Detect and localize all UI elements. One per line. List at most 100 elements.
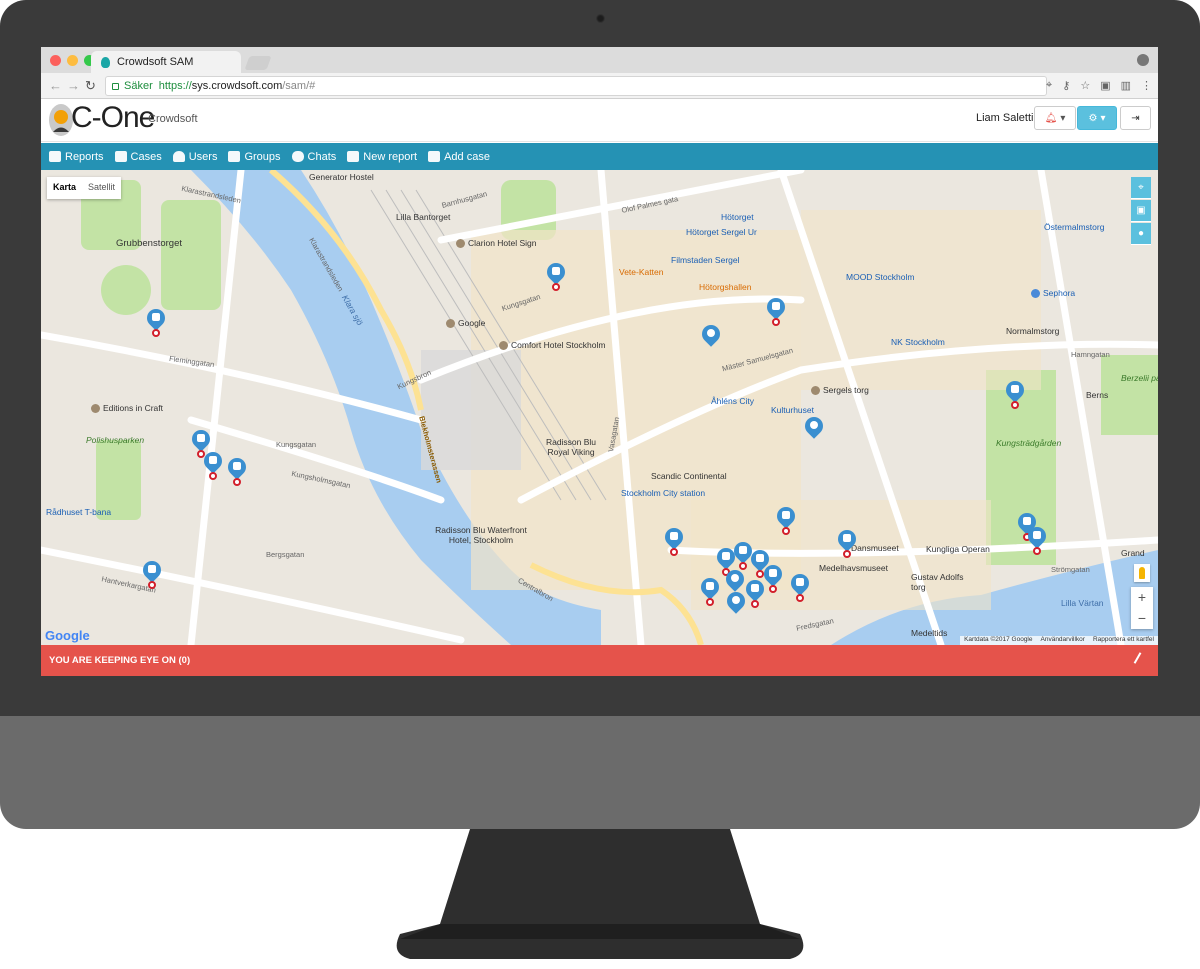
- poi-label: Kungliga Operan: [926, 544, 990, 554]
- report-marker[interactable]: [730, 538, 756, 570]
- cases-icon: [114, 151, 127, 162]
- shop-icon: [1031, 288, 1040, 298]
- poi-label: Grand: [1121, 548, 1145, 558]
- zoom-control: + −: [1131, 587, 1153, 629]
- park: [101, 265, 151, 315]
- shop-icon: [91, 403, 100, 413]
- nav-groups[interactable]: Groups: [228, 151, 281, 163]
- report-marker[interactable]: [697, 574, 723, 606]
- nav-label: Add case: [444, 150, 490, 163]
- user-marker[interactable]: [723, 588, 749, 620]
- url-host: sys.crowdsoft.com: [191, 80, 283, 92]
- url-path: /sam/#: [282, 80, 316, 92]
- star-icon[interactable]: ☆: [1080, 79, 1090, 92]
- report-marker[interactable]: [1024, 523, 1050, 555]
- report-marker[interactable]: [543, 259, 569, 291]
- map-base: [41, 170, 1158, 645]
- camera-ext-icon[interactable]: ▣: [1100, 79, 1110, 92]
- caret-down-icon: ▾: [1060, 112, 1066, 124]
- terms-link[interactable]: Användarvillkor: [1041, 636, 1085, 645]
- report-marker[interactable]: [143, 305, 169, 337]
- map-filter-photo-button[interactable]: ▣: [1131, 200, 1151, 222]
- report-marker[interactable]: [742, 576, 768, 608]
- poi-label: Kungsträdgården: [996, 438, 1062, 448]
- map-filter-location-button[interactable]: ⌖: [1131, 177, 1151, 199]
- map-type-satellite-button[interactable]: Satellit: [82, 177, 121, 199]
- nav-reports[interactable]: Reports: [49, 151, 104, 163]
- report-marker[interactable]: [787, 570, 813, 602]
- monitor-chin: [0, 716, 1200, 829]
- url-input[interactable]: Säker https:// sys.crowdsoft.com /sam/#: [105, 76, 1047, 96]
- location-icon[interactable]: ⌖: [1046, 79, 1052, 92]
- user-icon: ●: [1137, 228, 1145, 239]
- street-label: Bergsgatan: [266, 550, 305, 559]
- poi-label: Google: [446, 318, 485, 328]
- broom-icon[interactable]: [1133, 652, 1149, 668]
- poi-label: Lilla Bantorget: [396, 212, 451, 222]
- secure-label: Säker: [124, 80, 153, 92]
- report-marker[interactable]: [773, 503, 799, 535]
- report-marker[interactable]: [139, 557, 165, 589]
- menu-icon[interactable]: ⋮: [1141, 79, 1152, 92]
- map-canvas[interactable]: Karta Satellit Klarastrandsleden Klarast…: [41, 170, 1158, 645]
- groups-icon: [228, 151, 241, 162]
- poi-label: Normalmstorg: [1006, 326, 1060, 336]
- chats-icon: [291, 151, 304, 162]
- app-header: C-One Crowdsoft Liam Saletti 🔔︎ ▾ ⚙ ▾ ⇥: [41, 99, 1158, 142]
- attribution-data: Kartdata ©2017 Google: [964, 636, 1033, 643]
- brand-name: Crowdsoft: [148, 113, 198, 125]
- screen: Crowdsoft SAM ← → ↻ Säker https:// sys.c…: [41, 47, 1158, 676]
- profile-icon[interactable]: [1137, 54, 1149, 66]
- report-marker[interactable]: [224, 454, 250, 486]
- browser-tab[interactable]: Crowdsoft SAM: [91, 51, 241, 73]
- new-tab-button[interactable]: [244, 56, 272, 70]
- nav-new-report[interactable]: New report: [347, 151, 417, 163]
- map-attribution: Kartdata ©2017 Google Användarvillkor Ra…: [960, 636, 1158, 645]
- close-window-icon[interactable]: [50, 55, 61, 66]
- extension-icon[interactable]: ▥: [1121, 79, 1131, 92]
- map-filter-user-button[interactable]: ●: [1131, 223, 1151, 245]
- nav-chats[interactable]: Chats: [291, 150, 337, 163]
- zoom-out-button[interactable]: −: [1138, 608, 1146, 629]
- users-icon: [172, 151, 185, 162]
- report-marker[interactable]: [760, 561, 786, 593]
- place-icon: [446, 318, 455, 328]
- report-error-link[interactable]: Rapportera ett kartfel: [1093, 636, 1154, 645]
- reload-icon[interactable]: ↻: [85, 78, 96, 94]
- zoom-in-button[interactable]: +: [1138, 587, 1146, 608]
- notifications-button[interactable]: 🔔︎ ▾: [1034, 106, 1076, 130]
- nav-label: Reports: [65, 150, 104, 163]
- street-view-pegman-icon[interactable]: [1134, 564, 1150, 582]
- report-marker[interactable]: [763, 294, 789, 326]
- user-marker[interactable]: [698, 321, 724, 353]
- nav-label: Chats: [307, 150, 337, 163]
- street-label: Hamngatan: [1071, 350, 1110, 359]
- report-marker[interactable]: [661, 524, 687, 556]
- nav-users[interactable]: Users: [172, 151, 217, 163]
- report-marker[interactable]: [200, 448, 226, 480]
- poi-label: Generator Hostel: [309, 172, 374, 182]
- map-pin-icon: ⌖: [1138, 182, 1144, 193]
- user-name[interactable]: Liam Saletti: [976, 112, 1033, 124]
- user-marker[interactable]: [801, 413, 827, 445]
- report-marker[interactable]: [834, 526, 860, 558]
- report-marker[interactable]: [1002, 377, 1028, 409]
- key-icon[interactable]: ⚷: [1062, 79, 1070, 92]
- nav-add-case[interactable]: Add case: [428, 151, 490, 163]
- nav-label: New report: [363, 150, 418, 163]
- browser-address-bar: ← → ↻ Säker https:// sys.crowdsoft.com /…: [41, 73, 1158, 99]
- logout-button[interactable]: ⇥: [1120, 106, 1151, 130]
- forward-icon[interactable]: →: [67, 78, 80, 93]
- back-icon[interactable]: ←: [49, 78, 62, 93]
- camera-icon: ▣: [1136, 205, 1146, 216]
- watch-bar[interactable]: YOU ARE KEEPING EYE ON (0): [41, 645, 1158, 676]
- place-icon: [811, 385, 820, 395]
- minimize-window-icon[interactable]: [67, 55, 78, 66]
- nav-cases[interactable]: Cases: [114, 150, 162, 163]
- url-scheme: https://: [158, 80, 192, 92]
- map-type-map-button[interactable]: Karta: [47, 177, 82, 199]
- nav-label: Cases: [130, 150, 162, 163]
- map-type-control: Karta Satellit: [47, 177, 122, 199]
- settings-button[interactable]: ⚙ ▾: [1077, 106, 1117, 130]
- poi-label: Rådhuset T-bana: [46, 507, 112, 517]
